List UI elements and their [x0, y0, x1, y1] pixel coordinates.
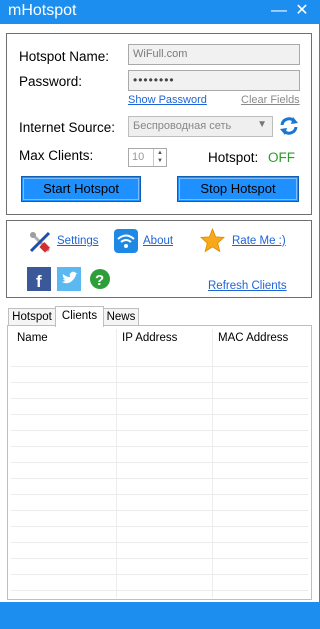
hotspot-name-label: Hotspot Name: [19, 49, 110, 64]
column-divider [116, 329, 117, 598]
clients-tab-panel: Name IP Address MAC Address [7, 325, 312, 600]
column-divider [212, 329, 213, 598]
tab-clients[interactable]: Clients [55, 306, 104, 327]
tab-hotspot[interactable]: Hotspot [8, 308, 56, 326]
clear-fields-link[interactable]: Clear Fields [241, 94, 300, 106]
password-label: Password: [19, 74, 83, 89]
settings-link[interactable]: Settings [57, 235, 99, 247]
tools-icon[interactable] [27, 229, 53, 258]
clients-table-body[interactable] [11, 351, 308, 598]
column-header-name[interactable]: Name [17, 332, 48, 344]
rate-me-link[interactable]: Rate Me :) [232, 235, 286, 247]
about-link[interactable]: About [143, 235, 173, 247]
stop-hotspot-button[interactable]: Stop Hotspot [177, 176, 299, 202]
chevron-down-icon: ▼ [257, 119, 267, 130]
twitter-icon[interactable] [57, 267, 81, 294]
minimize-button[interactable]: — [269, 1, 289, 21]
show-password-link[interactable]: Show Password [128, 94, 207, 106]
clients-table-header: Name IP Address MAC Address [11, 329, 308, 351]
max-clients-label: Max Clients: [19, 148, 94, 163]
refresh-clients-link[interactable]: Refresh Clients [208, 280, 287, 292]
max-clients-value: 10 [132, 151, 145, 163]
status-bar [0, 602, 319, 629]
refresh-sources-icon[interactable] [278, 115, 300, 140]
svg-text:f: f [36, 272, 42, 291]
hotspot-name-input[interactable]: WiFull.com [128, 44, 300, 65]
column-header-ip-address[interactable]: IP Address [122, 332, 177, 344]
wifi-icon[interactable] [114, 229, 138, 256]
stepper-arrows-icon[interactable]: ▲ ▼ [153, 149, 166, 166]
internet-source-label: Internet Source: [19, 120, 116, 135]
close-button[interactable]: ✕ [292, 1, 312, 21]
password-input[interactable]: •••••••• [128, 70, 300, 91]
start-hotspot-button[interactable]: Start Hotspot [21, 176, 141, 202]
window-title: mHotspot [8, 2, 77, 19]
svg-text:?: ? [95, 272, 104, 289]
links-group: Settings About Rate Me :) f ? Refresh Cl… [6, 220, 312, 298]
column-header-mac-address[interactable]: MAC Address [218, 332, 288, 344]
facebook-icon[interactable]: f [27, 267, 51, 294]
hotspot-status-label: Hotspot: [208, 150, 259, 165]
help-icon[interactable]: ? [89, 268, 111, 293]
max-clients-stepper[interactable]: 10 ▲ ▼ [128, 148, 167, 167]
internet-source-value: Беспроводная сеть [133, 120, 232, 132]
internet-source-select[interactable]: Беспроводная сеть ▼ [128, 116, 273, 137]
title-bar: mHotspot — ✕ [0, 0, 319, 24]
hotspot-status-value: OFF [268, 150, 295, 165]
star-icon[interactable] [200, 227, 225, 256]
tab-news[interactable]: News [103, 308, 139, 326]
hotspot-config-group: Hotspot Name: WiFull.com Password: •••••… [6, 33, 312, 215]
